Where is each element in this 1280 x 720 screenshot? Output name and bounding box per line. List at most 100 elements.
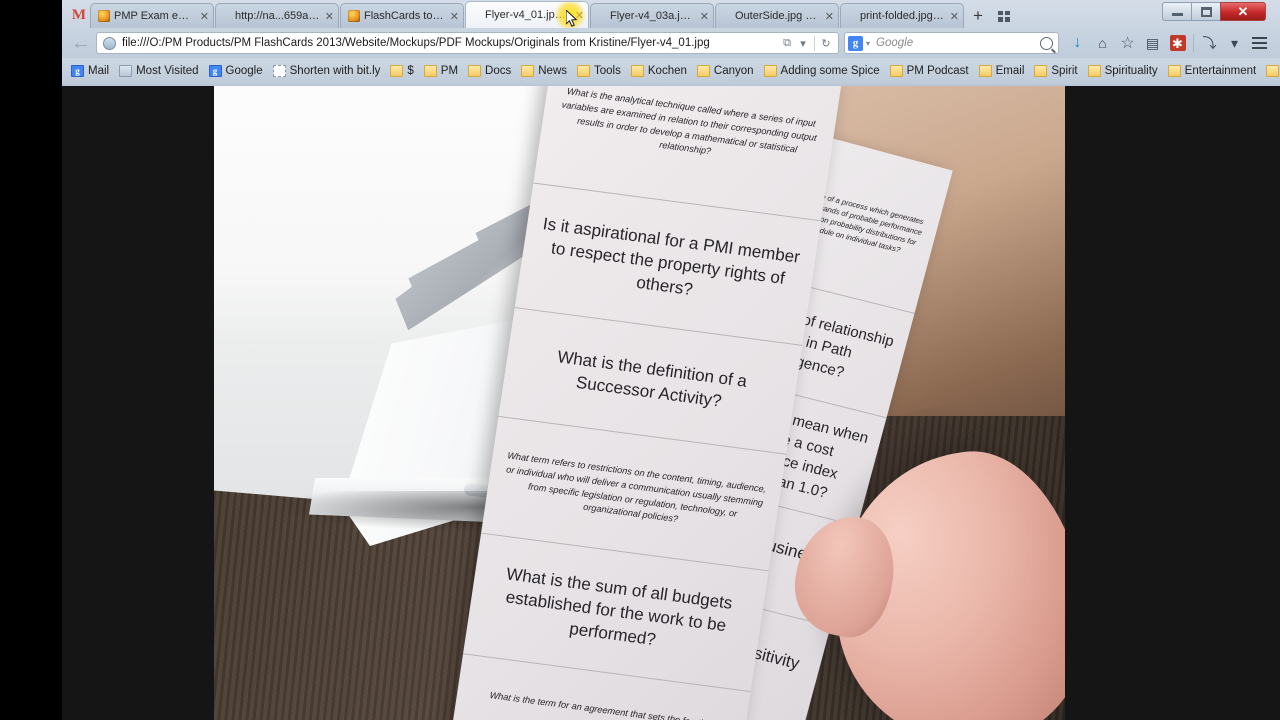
tab-title: Flyer-v4_03a.jpg (JPE... — [610, 10, 695, 22]
google-search-engine-icon[interactable]: g — [848, 35, 863, 51]
folder-icon — [630, 65, 644, 77]
globe-icon — [103, 36, 116, 50]
close-tab-icon[interactable]: ✕ — [700, 10, 709, 23]
folder-icon — [1034, 65, 1048, 77]
bookmark-folder-canyon[interactable]: Canyon — [692, 61, 759, 81]
addon-badge: ✱ — [1169, 35, 1186, 51]
tab-title: OuterSide.jpg (JPEG ... — [735, 10, 820, 22]
search-bar[interactable]: g ▾ Google — [844, 32, 1059, 54]
minimize-button[interactable] — [1162, 2, 1191, 21]
google-icon: g — [71, 65, 84, 77]
close-window-button[interactable]: ✕ — [1220, 2, 1266, 21]
bookmark-label: Mail — [88, 65, 110, 77]
close-tab-icon[interactable]: ✕ — [200, 10, 209, 23]
mouse-cursor-icon — [566, 10, 578, 27]
bookmark-label: Tools — [594, 65, 621, 77]
browser-window: M PMP Exam eFlas... ✕ http://na...659aa2… — [62, 0, 1280, 86]
bookmark-label: PM — [440, 65, 459, 77]
tab-favicon-icon — [223, 10, 235, 22]
overflow-chevron-icon[interactable]: ▾ — [1222, 31, 1247, 55]
most-visited-icon — [119, 65, 133, 77]
maximize-button[interactable] — [1191, 2, 1220, 21]
close-tab-icon[interactable]: ✕ — [825, 10, 834, 23]
content-area: What is the name of a process which gene… — [62, 86, 1280, 720]
home-icon[interactable]: ⌂ — [1090, 31, 1115, 55]
bookmark-folder-pm-podcast[interactable]: PM Podcast — [885, 61, 974, 81]
video-frame: M PMP Exam eFlas... ✕ http://na...659aa2… — [0, 0, 1280, 720]
folder-icon — [763, 65, 777, 77]
browser-tab[interactable]: print-folded.jpg (JPE... ✕ — [840, 3, 964, 28]
bookmark-folder-spirit[interactable]: Spirit — [1029, 61, 1082, 81]
close-tab-icon[interactable]: ✕ — [450, 10, 459, 23]
bookmark-star-icon[interactable]: ☆ — [1115, 31, 1140, 55]
bookmark-folder-entertainment[interactable]: Entertainment — [1163, 61, 1262, 81]
tab-strip: M PMP Exam eFlas... ✕ http://na...659aa2… — [62, 0, 1280, 28]
bookmark-folder-astronomie[interactable]: Astronomie — [1261, 61, 1280, 81]
chevron-down-icon[interactable]: ▾ — [795, 35, 811, 51]
library-icon[interactable]: ▤ — [1140, 31, 1165, 55]
tab-title: Flyer-v4_01.jpg (JPE... — [485, 9, 570, 21]
sync-icon[interactable]: ⤵ — [1197, 31, 1222, 55]
browser-tab[interactable]: Flyer-v4_03a.jpg (JPE... ✕ — [590, 3, 714, 28]
bookmarklet-icon — [272, 65, 286, 77]
bookmark-label: Entertainment — [1184, 65, 1257, 77]
folder-icon — [390, 65, 404, 77]
bookmarks-toolbar: g Mail Most Visited g Google Shorten with … — [62, 58, 1280, 84]
search-icon[interactable] — [1040, 36, 1053, 50]
firefox-favicon-icon — [348, 10, 360, 22]
address-bar[interactable]: file:///O:/PM Products/PM FlashCards 201… — [96, 32, 839, 54]
reload-icon[interactable]: ↻ — [818, 35, 834, 51]
bookmark-label: Spirit — [1051, 65, 1078, 77]
window-controls: ✕ — [1162, 2, 1266, 21]
gmail-icon[interactable]: M — [68, 2, 90, 28]
bookmark-label: Most Visited — [136, 65, 199, 77]
bookmark-label: Canyon — [713, 65, 754, 77]
bookmark-folder-kochen[interactable]: Kochen — [626, 61, 692, 81]
browser-tab[interactable]: FlashCards to Pri... ✕ — [340, 3, 464, 28]
close-tab-icon[interactable]: ✕ — [950, 10, 959, 23]
bookmark-folder-adding-some-spice[interactable]: Adding some Spice — [759, 61, 885, 81]
new-tab-button[interactable]: + — [965, 4, 991, 28]
bookmark-item-mail[interactable]: g Mail — [66, 61, 114, 81]
folder-icon — [521, 65, 535, 77]
bookmark-item-shorten-with-bitly[interactable]: Shorten with bit.ly — [268, 61, 386, 81]
bookmark-label: $ — [407, 65, 414, 77]
bookmark-label: Google — [225, 65, 263, 77]
bookmark-label: PM Podcast — [906, 65, 969, 77]
back-button[interactable]: ← — [66, 30, 96, 56]
bookmark-folder-email[interactable]: Email — [974, 61, 1030, 81]
search-input[interactable]: Google — [876, 37, 1040, 49]
google-icon: g — [208, 65, 222, 77]
bookmark-label: Docs — [485, 65, 512, 77]
folder-icon — [889, 65, 903, 77]
tab-favicon-icon — [473, 9, 485, 21]
browser-tab[interactable]: PMP Exam eFlas... ✕ — [90, 3, 214, 28]
bookmark-folder-tools[interactable]: Tools — [572, 61, 626, 81]
bookmark-folder-pm[interactable]: PM — [419, 61, 463, 81]
tab-favicon-icon — [848, 10, 860, 22]
image-viewer-photo[interactable]: What is the name of a process which gene… — [214, 86, 1065, 720]
bookmark-folder-spirituality[interactable]: Spirituality — [1083, 61, 1163, 81]
browser-tab[interactable]: OuterSide.jpg (JPEG ... ✕ — [715, 3, 839, 28]
bookmark-label: News — [538, 65, 568, 77]
bookmark-item-most-visited[interactable]: Most Visited — [114, 61, 203, 81]
bookmark-item-google[interactable]: g Google — [204, 61, 268, 81]
tab-title: http://na...659aa2698 — [235, 10, 320, 22]
close-tab-icon[interactable]: ✕ — [325, 10, 334, 23]
downloads-icon[interactable]: ↓ — [1065, 31, 1090, 55]
hamburger-menu-icon[interactable] — [1247, 31, 1272, 55]
folder-icon — [978, 65, 992, 77]
chevron-down-icon[interactable]: ▾ — [866, 39, 870, 48]
tab-favicon-icon — [598, 10, 610, 22]
folder-icon — [423, 65, 437, 77]
bookmark-label: Adding some Spice — [780, 65, 880, 77]
divider — [814, 35, 815, 51]
bookmark-folder-docs[interactable]: Docs — [463, 61, 516, 81]
bookmark-folder-news[interactable]: News — [516, 61, 572, 81]
page-action-icon[interactable]: ⧉ — [779, 35, 795, 51]
addon-icon[interactable]: ✱ — [1165, 31, 1190, 55]
bookmark-folder-dollar[interactable]: $ — [385, 61, 418, 81]
browser-tab[interactable]: http://na...659aa2698 ✕ — [215, 3, 339, 28]
tab-favicon-icon — [723, 10, 735, 22]
list-all-tabs-icon[interactable] — [991, 4, 1017, 28]
